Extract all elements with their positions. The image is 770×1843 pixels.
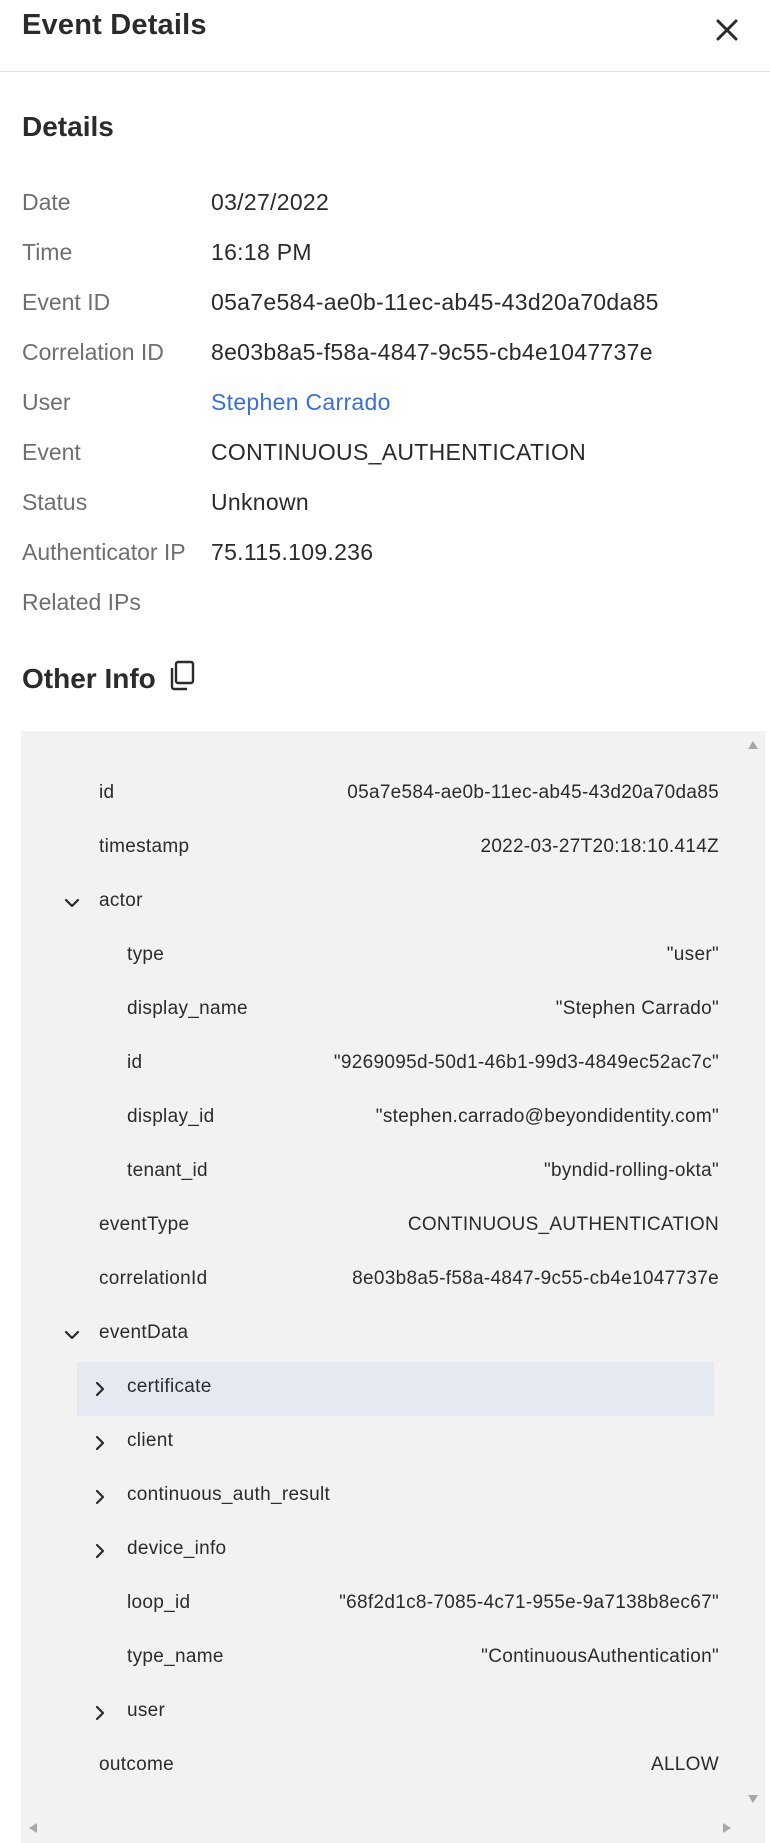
horizontal-scrollbar[interactable]: [21, 1813, 765, 1843]
close-icon: [716, 19, 738, 41]
detail-label: Event: [22, 439, 81, 465]
detail-row-user: User Stephen Carrado: [0, 387, 770, 437]
tree-row-eventdata[interactable]: eventData: [21, 1308, 721, 1362]
tree-row-actor[interactable]: actor: [21, 876, 721, 930]
tree-key: id: [99, 782, 115, 803]
detail-value: 05a7e584-ae0b-11ec-ab45-43d20a70da85: [211, 289, 659, 315]
user-link[interactable]: Stephen Carrado: [211, 387, 391, 417]
tree-row: outcome ALLOW: [21, 1740, 721, 1794]
panel-title: Event Details: [22, 9, 207, 41]
detail-value: Unknown: [211, 489, 309, 515]
panel-header: Event Details: [0, 0, 770, 72]
tree-row: loop_id "68f2d1c8-7085-4c71-955e-9a7138b…: [21, 1578, 721, 1632]
detail-value: 03/27/2022: [211, 189, 330, 215]
chevron-right-icon[interactable]: [92, 1489, 108, 1505]
tree-row-client[interactable]: client: [21, 1416, 721, 1470]
detail-row-event-id: Event ID 05a7e584-ae0b-11ec-ab45-43d20a7…: [0, 287, 770, 337]
tree-row: timestamp 2022-03-27T20:18:10.414Z: [21, 822, 721, 876]
detail-row-authenticator-ip: Authenticator IP 75.115.109.236: [0, 537, 770, 587]
tree-value: "Stephen Carrado": [555, 998, 719, 1019]
tree-value: 8e03b8a5-f58a-4847-9c55-cb4e1047737e: [352, 1268, 719, 1289]
tree-value: "stephen.carrado@beyondidentity.com": [375, 1106, 719, 1127]
details-section-title: Details: [22, 111, 114, 142]
tree-row-continuous-auth-result[interactable]: continuous_auth_result: [21, 1470, 721, 1524]
detail-label: Related IPs: [22, 589, 141, 615]
detail-label: Time: [22, 239, 73, 265]
detail-row-date: Date 03/27/2022: [0, 187, 770, 237]
tree-value: CONTINUOUS_AUTHENTICATION: [407, 1214, 719, 1235]
tree-value: 05a7e584-ae0b-11ec-ab45-43d20a70da85: [347, 782, 719, 803]
other-info-section-title: Other Info: [22, 663, 156, 694]
copy-icon: [171, 660, 195, 691]
tree-row: display_id "stephen.carrado@beyondidenti…: [21, 1092, 721, 1146]
detail-row-related-ips: Related IPs: [0, 587, 770, 637]
tree-key: tenant_id: [127, 1160, 208, 1181]
tree-row: id 05a7e584-ae0b-11ec-ab45-43d20a70da85: [21, 768, 721, 822]
detail-label: Status: [22, 489, 88, 515]
tree-row: eventType CONTINUOUS_AUTHENTICATION: [21, 1200, 721, 1254]
vertical-scrollbar[interactable]: [741, 731, 765, 1813]
tree-row-device-info[interactable]: device_info: [21, 1524, 721, 1578]
tree-key: client: [127, 1430, 174, 1451]
tree-row: type_name "ContinuousAuthentication": [21, 1632, 721, 1686]
tree-value: "byndid-rolling-okta": [543, 1160, 719, 1181]
scroll-up-icon[interactable]: [748, 741, 758, 749]
scroll-down-icon[interactable]: [748, 1795, 758, 1803]
tree-key: timestamp: [99, 836, 190, 857]
tree-row: display_name "Stephen Carrado": [21, 984, 721, 1038]
detail-value: 8e03b8a5-f58a-4847-9c55-cb4e1047737e: [211, 339, 653, 365]
tree-key: type_name: [127, 1646, 224, 1667]
json-tree-panel[interactable]: id 05a7e584-ae0b-11ec-ab45-43d20a70da85 …: [21, 731, 741, 1843]
tree-key: loop_id: [127, 1592, 191, 1613]
tree-row: type "user": [21, 930, 721, 984]
tree-key: display_name: [127, 998, 248, 1019]
chevron-right-icon[interactable]: [92, 1705, 108, 1721]
tree-key: certificate: [127, 1376, 212, 1397]
detail-row-time: Time 16:18 PM: [0, 237, 770, 287]
tree-row: correlationId 8e03b8a5-f58a-4847-9c55-cb…: [21, 1254, 721, 1308]
tree-key: user: [127, 1700, 166, 1721]
tree-value: ALLOW: [650, 1754, 719, 1775]
tree-row-user[interactable]: user: [21, 1686, 721, 1740]
tree-key: device_info: [127, 1538, 227, 1559]
scroll-left-icon[interactable]: [29, 1823, 37, 1833]
detail-label: Correlation ID: [22, 339, 164, 365]
detail-row-status: Status Unknown: [0, 487, 770, 537]
scroll-right-icon[interactable]: [723, 1823, 731, 1833]
tree-key: eventData: [99, 1322, 189, 1343]
chevron-right-icon[interactable]: [92, 1381, 108, 1397]
tree-row-certificate[interactable]: certificate: [77, 1362, 714, 1416]
tree-value: "user": [666, 944, 719, 965]
detail-value: 75.115.109.236: [211, 539, 374, 565]
tree-row: id "9269095d-50d1-46b1-99d3-4849ec52ac7c…: [21, 1038, 721, 1092]
tree-key: type: [127, 944, 165, 965]
tree-value: "68f2d1c8-7085-4c71-955e-9a7138b8ec67": [339, 1592, 719, 1613]
detail-label: Authenticator IP: [22, 539, 186, 565]
detail-value: CONTINUOUS_AUTHENTICATION: [211, 439, 587, 465]
chevron-down-icon[interactable]: [64, 895, 80, 911]
detail-row-correlation-id: Correlation ID 8e03b8a5-f58a-4847-9c55-c…: [0, 337, 770, 387]
close-button[interactable]: [709, 12, 745, 48]
tree-value: "9269095d-50d1-46b1-99d3-4849ec52ac7c": [333, 1052, 719, 1073]
tree-value: 2022-03-27T20:18:10.414Z: [480, 836, 719, 857]
detail-row-event: Event CONTINUOUS_AUTHENTICATION: [0, 437, 770, 487]
tree-value: "ContinuousAuthentication": [481, 1646, 719, 1667]
tree-key: continuous_auth_result: [127, 1484, 331, 1505]
detail-label: User: [22, 389, 71, 415]
tree-key: outcome: [99, 1754, 174, 1775]
detail-label: Event ID: [22, 289, 111, 315]
chevron-right-icon[interactable]: [92, 1543, 108, 1559]
copy-button[interactable]: [168, 660, 198, 692]
tree-key: id: [127, 1052, 143, 1073]
tree-key: display_id: [127, 1106, 215, 1127]
tree-key: correlationId: [99, 1268, 208, 1289]
chevron-down-icon[interactable]: [64, 1327, 80, 1343]
detail-label: Date: [22, 189, 71, 215]
tree-key: eventType: [99, 1214, 190, 1235]
other-info-header: Other Info: [22, 660, 198, 703]
chevron-right-icon[interactable]: [92, 1435, 108, 1451]
detail-value: 16:18 PM: [211, 239, 312, 265]
tree-row: tenant_id "byndid-rolling-okta": [21, 1146, 721, 1200]
tree-key: actor: [99, 890, 143, 911]
